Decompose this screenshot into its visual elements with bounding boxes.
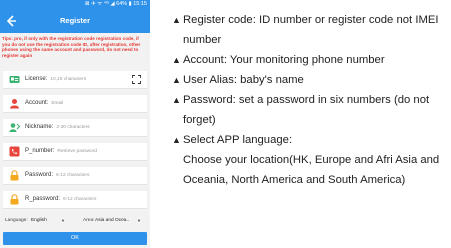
area-select[interactable]: Asia and Ocea.. (95, 215, 129, 227)
id-card-icon (9, 76, 20, 83)
nickname-label: Nickname: 2-30 characters (25, 124, 90, 130)
phone-icon (9, 146, 20, 157)
language-area-row: Language: English ▼ Area: Asia and Ocea.… (3, 215, 147, 227)
phone-number-label: P_number: Retrieve password (25, 148, 98, 154)
account-placeholder: Email (51, 101, 64, 106)
nickname-placeholder: 2-30 characters (56, 125, 90, 130)
person-icon (10, 99, 19, 109)
instruction-notes: ▲ Register code: ID number or register c… (172, 10, 450, 190)
language-dropdown-icon[interactable]: ▼ (61, 215, 65, 227)
license-placeholder: 10,15 characters (50, 77, 87, 82)
phone-number-field[interactable]: P_number: Retrieve password (3, 143, 147, 161)
note-item: ▲ Register code: ID number or register c… (172, 10, 450, 50)
ok-button[interactable]: OK (3, 232, 147, 245)
note-item: ▲ Password: set a password in six number… (172, 90, 450, 130)
language-select[interactable]: English (31, 215, 47, 227)
repeat-password-placeholder: 6-12 characters (63, 197, 97, 202)
account-label: Account: Email (25, 100, 64, 106)
note-text: User Alias: baby's name (183, 74, 304, 86)
password-field[interactable]: Password: 6-12 characters (3, 167, 147, 185)
nickname-field[interactable]: Nickname: 2-30 characters (3, 119, 147, 137)
note-item: ▲ Account: Your monitoring phone number (172, 50, 450, 70)
language-label: Language: (5, 218, 28, 223)
triangle-bullet-icon: ▲ (172, 55, 181, 65)
scan-icon[interactable] (132, 75, 141, 84)
note-item: Choose your location(HK, Europe and Afri… (172, 150, 450, 190)
phone-screen: ⊠ ✈ ᯤ ⁴ᴳ ◢ 64% ▮ 15:15 Register Tips: pr… (0, 0, 150, 248)
license-label: License: 10,15 characters (25, 76, 87, 82)
license-field[interactable]: License: 10,15 characters (3, 71, 147, 89)
note-text: Password: set a password in six numbers … (183, 94, 430, 126)
password-placeholder: 6-12 characters (56, 173, 90, 178)
note-text: Choose your location(HK, Europe and Afri… (183, 154, 440, 186)
triangle-bullet-icon: ▲ (172, 75, 181, 85)
note-item: ▲ Select APP language: (172, 130, 450, 150)
title-bar: Register (0, 9, 150, 33)
registration-tip: Tips: pro, if only with the registration… (2, 36, 141, 58)
note-text: Select APP language: (183, 134, 293, 146)
area-dropdown-icon[interactable]: ▼ (137, 215, 141, 227)
status-bar-text: ⊠ ✈ ᯤ ⁴ᴳ ◢ 64% ▮ 15:15 (84, 1, 147, 7)
area-label: Area: (83, 218, 95, 223)
triangle-bullet-icon: ▲ (172, 15, 181, 25)
lock-icon (10, 194, 19, 205)
nickname-icon (9, 123, 20, 132)
note-item: ▲ User Alias: baby's name (172, 70, 450, 90)
lock-icon (10, 170, 19, 181)
triangle-bullet-icon: ▲ (172, 135, 181, 145)
status-bar: ⊠ ✈ ᯤ ⁴ᴳ ◢ 64% ▮ 15:15 (0, 0, 150, 9)
password-label: Password: 6-12 characters (25, 172, 90, 178)
note-text: Account: Your monitoring phone number (183, 54, 385, 66)
account-field[interactable]: Account: Email (3, 95, 147, 113)
note-text: Register code: ID number or register cod… (183, 14, 439, 46)
phone-number-placeholder: Retrieve password (57, 149, 98, 154)
repeat-password-field[interactable]: R_password: 6-12 characters (3, 191, 147, 209)
triangle-bullet-icon: ▲ (172, 95, 181, 105)
page-title: Register (59, 16, 90, 25)
repeat-password-label: R_password: 6-12 characters (25, 196, 97, 202)
